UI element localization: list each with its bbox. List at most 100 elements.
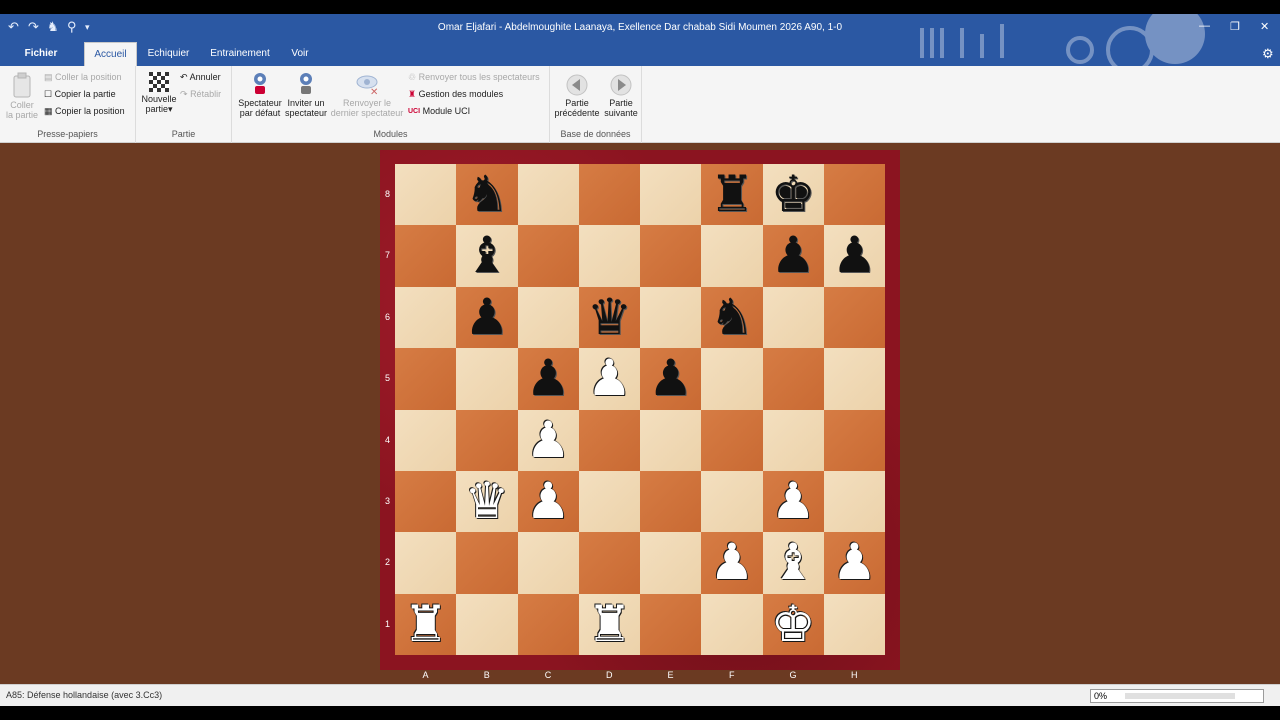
square-a6[interactable] bbox=[395, 286, 457, 349]
square-g6[interactable] bbox=[762, 286, 824, 349]
square-f1[interactable] bbox=[701, 593, 763, 656]
piece-g1[interactable]: ♚ bbox=[763, 594, 824, 655]
piece-d6[interactable]: ♛ bbox=[579, 287, 640, 348]
file-label: G bbox=[789, 670, 797, 680]
square-f7[interactable] bbox=[701, 225, 763, 287]
piece-f2[interactable]: ♟ bbox=[701, 532, 762, 593]
uci-engine-button[interactable]: UCI Module UCI bbox=[408, 106, 470, 116]
square-e6[interactable] bbox=[640, 286, 702, 349]
invite-spectator-label-2: spectateur bbox=[284, 108, 328, 118]
previous-game-button[interactable]: Partie précédente bbox=[554, 74, 600, 118]
default-spectator-label-2: par défaut bbox=[239, 108, 281, 118]
piece-c5[interactable]: ♟ bbox=[518, 348, 579, 409]
square-b4[interactable] bbox=[456, 409, 518, 471]
square-e3[interactable] bbox=[640, 471, 702, 533]
tab-training[interactable]: Entrainement bbox=[203, 42, 277, 66]
group-engines: Spectateur par défaut Inviter un spectat… bbox=[232, 66, 550, 143]
square-a3[interactable] bbox=[395, 471, 457, 533]
square-f4[interactable] bbox=[701, 409, 763, 471]
close-icon[interactable]: ✕ bbox=[1260, 20, 1269, 33]
square-g4[interactable] bbox=[762, 409, 824, 471]
square-e2[interactable] bbox=[640, 532, 702, 594]
next-game-button[interactable]: Partie suivante bbox=[600, 74, 642, 118]
piece-h7[interactable]: ♟ bbox=[824, 225, 885, 286]
square-c1[interactable] bbox=[517, 593, 579, 656]
square-a5[interactable] bbox=[395, 348, 457, 410]
square-f3[interactable] bbox=[701, 471, 763, 533]
square-b1[interactable] bbox=[456, 593, 518, 656]
square-h6[interactable] bbox=[823, 286, 885, 349]
square-e1[interactable] bbox=[640, 593, 702, 656]
square-b5[interactable] bbox=[456, 348, 518, 410]
resend-last-spectator-button[interactable]: ✕ Renvoyer le dernier spectateur bbox=[330, 72, 404, 118]
square-c2[interactable] bbox=[517, 532, 579, 594]
default-spectator-button[interactable]: Spectateur par défaut bbox=[236, 72, 284, 118]
copy-game-button[interactable]: ☐ Copier la partie bbox=[44, 89, 116, 100]
square-c8[interactable] bbox=[517, 164, 579, 226]
invite-spectator-button[interactable]: Inviter un spectateur bbox=[284, 72, 328, 118]
square-a2[interactable] bbox=[395, 532, 457, 594]
square-d3[interactable] bbox=[578, 471, 640, 533]
manage-engines-button[interactable]: ♜ Gestion des modules bbox=[408, 89, 503, 100]
file-label: C bbox=[544, 670, 552, 680]
piece-e5[interactable]: ♟ bbox=[640, 348, 701, 409]
progress-track bbox=[1125, 693, 1235, 699]
piece-g2[interactable]: ♝ bbox=[763, 532, 824, 593]
square-b2[interactable] bbox=[456, 532, 518, 594]
undo-button[interactable]: ↶ Annuler bbox=[180, 72, 221, 83]
square-e7[interactable] bbox=[640, 225, 702, 287]
square-h1[interactable] bbox=[823, 593, 885, 656]
piece-g3[interactable]: ♟ bbox=[763, 471, 824, 532]
piece-c4[interactable]: ♟ bbox=[518, 410, 579, 471]
piece-f6[interactable]: ♞ bbox=[701, 287, 762, 348]
tab-home[interactable]: Accueil bbox=[84, 42, 137, 66]
square-c6[interactable] bbox=[517, 286, 579, 349]
progress-text: 0% bbox=[1094, 691, 1108, 701]
group-label-database: Base de données bbox=[560, 129, 631, 139]
tab-view[interactable]: Voir bbox=[282, 42, 318, 66]
square-g5[interactable] bbox=[762, 348, 824, 410]
redo-button[interactable]: ↷ Rétablir bbox=[180, 89, 221, 100]
square-d4[interactable] bbox=[578, 409, 640, 471]
tab-board[interactable]: Echiquier bbox=[140, 42, 197, 66]
square-d7[interactable] bbox=[578, 225, 640, 287]
paste-position-button[interactable]: ▤ Coller la position bbox=[44, 72, 122, 83]
piece-h2[interactable]: ♟ bbox=[824, 532, 885, 593]
spectator-icon bbox=[254, 73, 266, 94]
progress-bar: 0% bbox=[1090, 689, 1264, 703]
resend-all-button[interactable]: ♲ Renvoyer tous les spectateurs bbox=[408, 72, 540, 83]
square-d2[interactable] bbox=[578, 532, 640, 594]
piece-b8[interactable]: ♞ bbox=[456, 164, 517, 225]
square-h5[interactable] bbox=[823, 348, 885, 410]
square-a4[interactable] bbox=[395, 409, 457, 471]
square-h4[interactable] bbox=[823, 409, 885, 471]
piece-c3[interactable]: ♟ bbox=[518, 471, 579, 532]
square-h8[interactable] bbox=[823, 164, 885, 226]
resend-last-label: Renvoyer le bbox=[342, 98, 392, 108]
tab-file[interactable]: Fichier bbox=[0, 42, 82, 66]
square-a8[interactable] bbox=[395, 164, 457, 226]
square-h3[interactable] bbox=[823, 471, 885, 533]
help-icon[interactable]: ⚙ bbox=[1262, 46, 1274, 62]
piece-b6[interactable]: ♟ bbox=[456, 287, 517, 348]
square-c7[interactable] bbox=[517, 225, 579, 287]
piece-a1[interactable]: ♜ bbox=[395, 594, 456, 655]
copy-position-button[interactable]: ▦ Copier la position bbox=[44, 106, 125, 117]
paste-position-label: Coller la position bbox=[55, 72, 122, 82]
default-spectator-label: Spectateur bbox=[238, 98, 282, 108]
square-e8[interactable] bbox=[640, 164, 702, 226]
square-f5[interactable] bbox=[701, 348, 763, 410]
square-d8[interactable] bbox=[578, 164, 640, 226]
piece-b3[interactable]: ♛ bbox=[456, 471, 517, 532]
piece-f8[interactable]: ♜ bbox=[701, 164, 762, 225]
piece-b7[interactable]: ♝ bbox=[456, 225, 517, 286]
piece-d5[interactable]: ♟ bbox=[579, 348, 640, 409]
piece-g7[interactable]: ♟ bbox=[763, 225, 824, 286]
chess-board[interactable]: ♞ ♜ ♚ ♝ ♟ ♟ ♟ ♛ ♞ ♟ ♟ ♟ ♟ ♛ ♟ ♟ ♟ ♝ ♟ ♜ ♜ ♚ bbox=[395, 164, 885, 656]
piece-g8[interactable]: ♚ bbox=[763, 164, 824, 225]
square-a7[interactable] bbox=[395, 225, 457, 287]
square-e4[interactable] bbox=[640, 409, 702, 471]
new-game-button[interactable]: Nouvelle partie▾ bbox=[140, 72, 178, 114]
paste-game-button[interactable]: Coller la partie bbox=[4, 72, 40, 120]
piece-d1[interactable]: ♜ bbox=[579, 594, 640, 655]
